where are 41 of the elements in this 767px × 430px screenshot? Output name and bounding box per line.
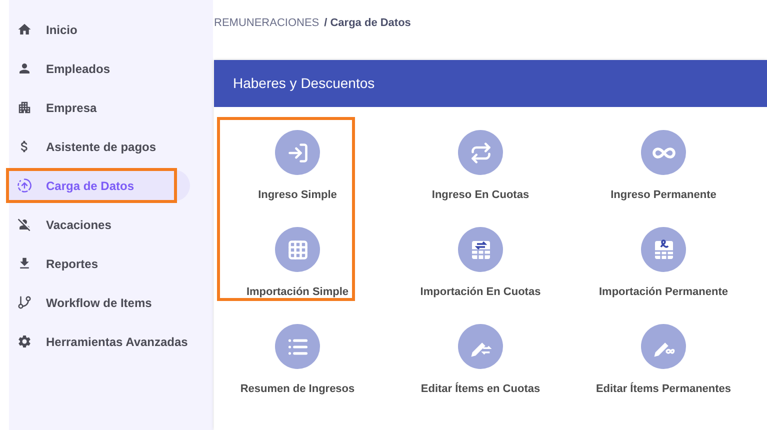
sidebar-item[interactable]: Empresa (9, 92, 190, 123)
tile-label: Ingreso En Cuotas (432, 188, 530, 203)
home-icon (17, 22, 32, 37)
sidebar-item[interactable]: Asistente de pagos (9, 131, 190, 162)
tile-button[interactable]: Editar Ítems en Cuotas (389, 303, 572, 400)
repeat-icon (470, 142, 492, 164)
person-off-icon (17, 217, 32, 232)
sidebar-item[interactable]: Vacaciones (9, 209, 190, 240)
card-title: Haberes y Descuentos (233, 74, 375, 93)
tile-button[interactable]: Importación En Cuotas (389, 206, 572, 303)
tile-button[interactable]: Importación Permanente (572, 206, 755, 303)
tile-button[interactable]: Resumen de Ingresos (206, 303, 389, 400)
settings-icon (17, 334, 32, 349)
branch-icon (17, 295, 32, 310)
tile-button[interactable]: Ingreso En Cuotas (389, 109, 572, 206)
enter-icon (286, 142, 308, 164)
sidebar-item[interactable]: Carga de Datos (9, 170, 190, 201)
sidebar-item[interactable]: Empleados (9, 53, 190, 84)
breadcrumb-link[interactable]: REMUNERACIONES (214, 15, 320, 60)
tile-label: Importación Simple (246, 285, 349, 300)
sidebar-item[interactable]: Workflow de Items (9, 287, 190, 318)
tile-label: Ingreso Permanente (610, 188, 716, 203)
sidebar-item[interactable]: Herramientas Avanzadas (9, 326, 190, 357)
breadcrumb-current: / Carga de Datos (324, 16, 411, 31)
tile-label: Importación En Cuotas (420, 285, 541, 300)
grid-icon (286, 238, 308, 260)
person-icon (17, 61, 32, 76)
tile-label: Editar Ítems en Cuotas (420, 381, 540, 397)
tile-button[interactable]: Ingreso Permanente (572, 109, 755, 206)
download-icon (17, 256, 32, 271)
sidebar-item[interactable]: Reportes (9, 248, 190, 279)
upload-icon (17, 178, 32, 193)
tile-label: Ingreso Simple (258, 188, 337, 203)
tile-button[interactable]: Importación Simple (206, 206, 389, 303)
tile-label: Editar Ítems Permanentes (596, 381, 732, 397)
sidebar-item[interactable]: Inicio (9, 14, 190, 45)
tile-label: Importación Permanente (599, 285, 728, 300)
tile-button[interactable]: Ingreso Simple (206, 109, 389, 206)
building-icon (17, 100, 32, 115)
tile-label: Resumen de Ingresos (240, 382, 355, 397)
tile-button[interactable]: Editar Ítems Permanentes (572, 303, 755, 400)
